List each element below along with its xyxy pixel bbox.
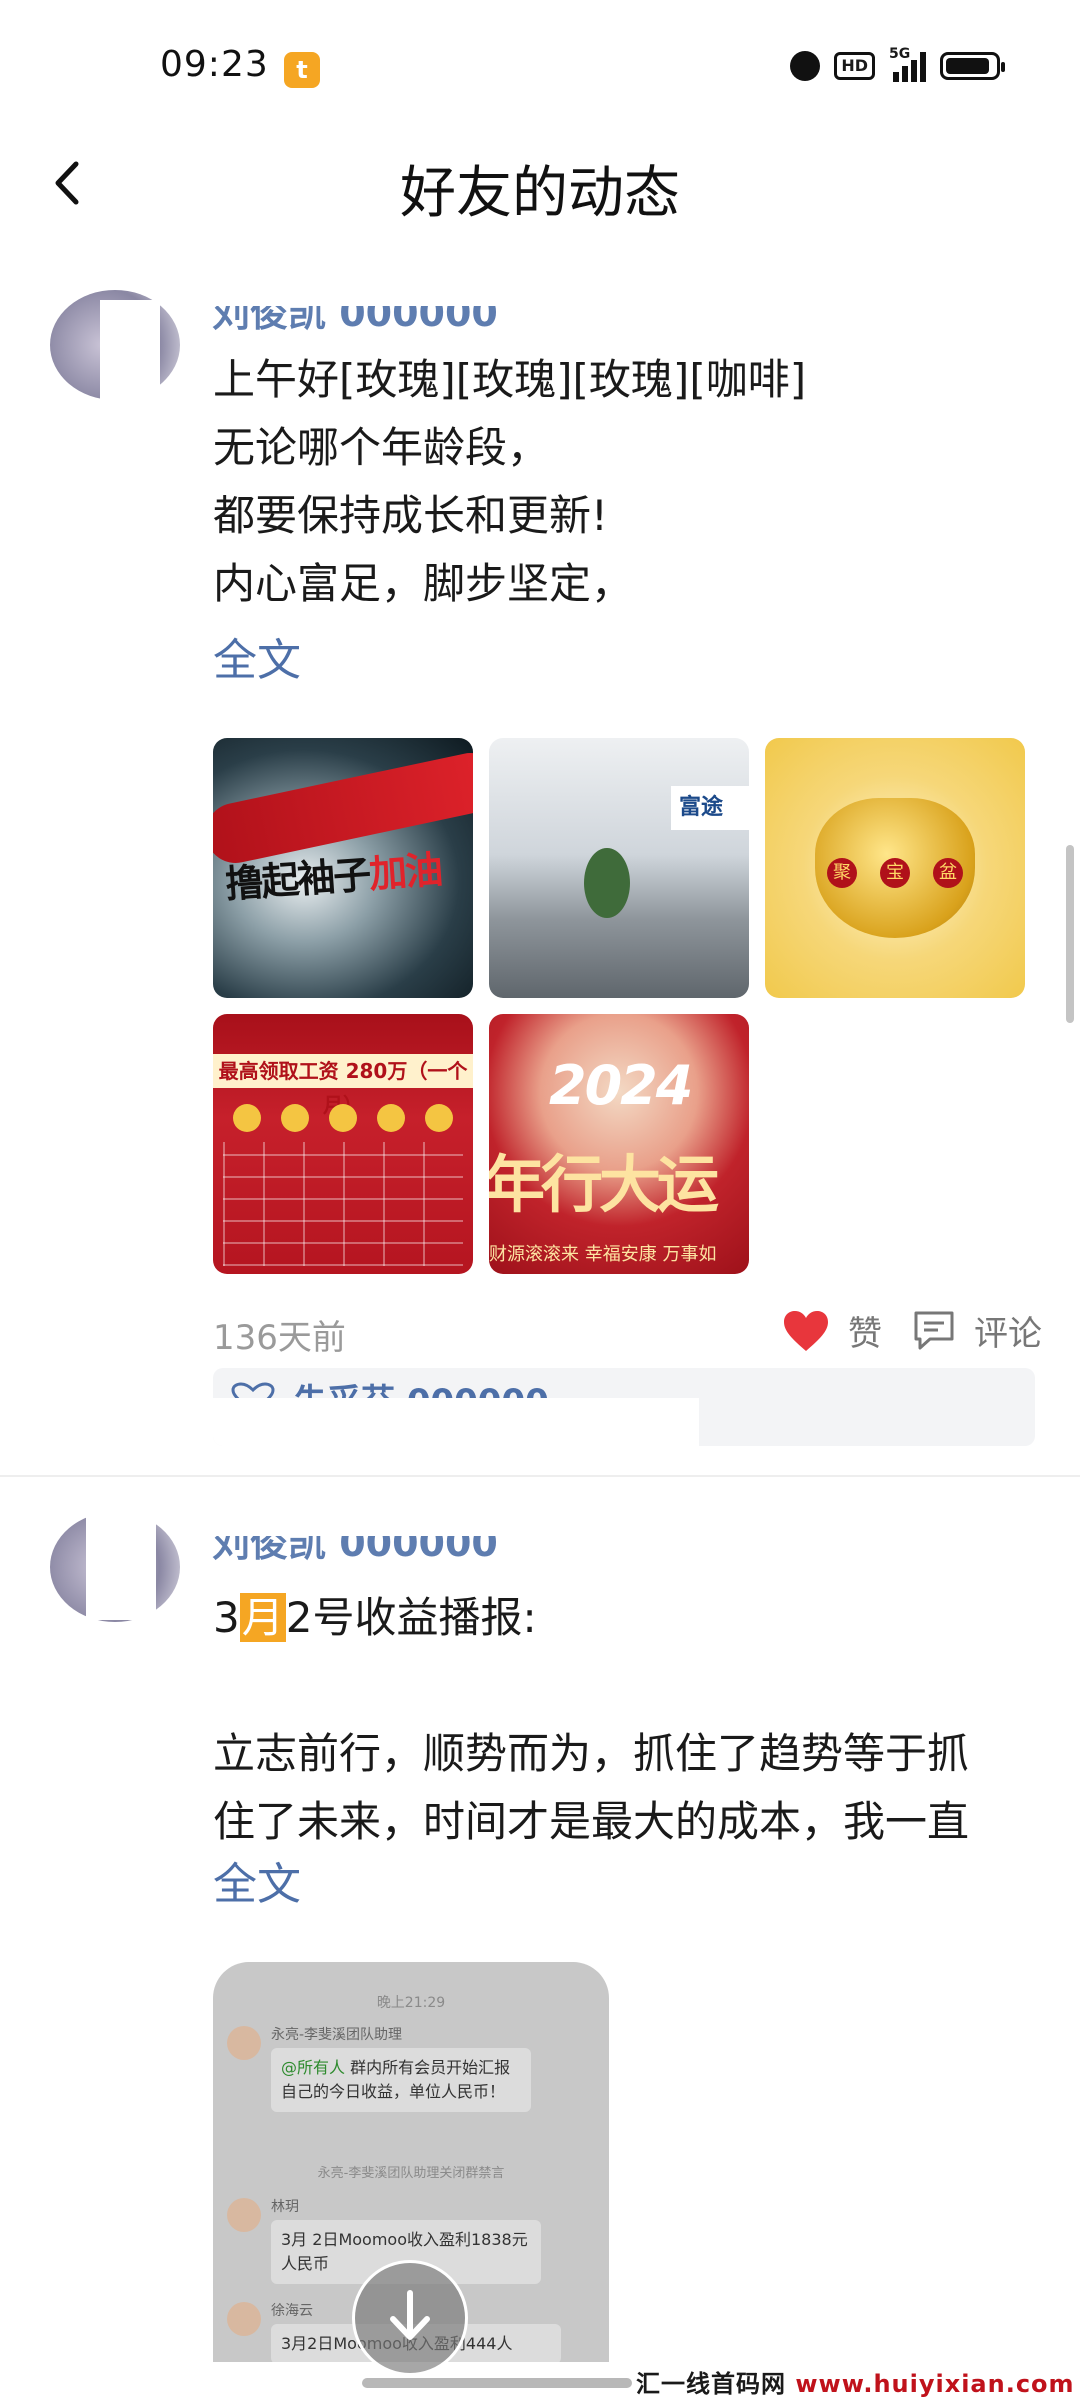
post-text-line: 立志前行，顺势而为，抓住了趋势等于抓 [213,1729,970,1778]
image-logo-text: 富途 [671,786,749,830]
chat-avatar [227,2198,261,2232]
pot-char: 聚 [827,858,857,888]
chat-sender: 林玥 [271,2199,299,2215]
full-text-link[interactable]: 全文 [213,1848,301,1912]
image-bottom-text: 财源滚滚来 幸福安康 万事如 [489,1244,717,1265]
chat-sender: 徐海云 [271,2303,313,2319]
status-time: 09:23 [160,44,269,85]
like-button[interactable]: 赞 [782,1306,882,1355]
image-caption: 撸起袖子 [223,852,371,907]
post-image[interactable]: 最高领取工资 280万（一个月） [213,1014,473,1274]
battery-level [946,58,989,74]
watermark-text: 汇一线首码网 www.huiyixian.com [636,2370,1075,2398]
chat-avatar [227,2302,261,2336]
chat-system-note: 永亮-李斐溪团队助理关闭群禁言 [317,2166,505,2181]
full-text-link[interactable]: 全文 [213,624,301,688]
status-icons: HD 5G [790,46,1005,82]
post-image[interactable]: 2024 年行大运 财源滚滚来 幸福安康 万事如 [489,1014,749,1274]
signal-icon: 5G [889,46,926,82]
likes-list: 朱采芬 000000 [213,1368,1035,1446]
chat-bubble: @所有人 群内所有会员开始汇报自己的今日收益，单位人民币！ [271,2048,531,2112]
month-emoji: 月 [239,1593,286,1642]
post-text-line: 上午好[玫瑰][玫瑰][玫瑰][咖啡] [213,355,807,404]
app-notification-icon: t [284,52,320,88]
battery-icon [940,52,1005,80]
chat-avatar [227,2026,261,2060]
post-text-line: 住了未来，时间才是最大的成本，我一直 [213,1797,970,1846]
alarm-icon [790,51,821,81]
post-text-line: 内心富足，脚步坚定， [213,559,634,608]
image-year: 2024 [549,1054,693,1117]
hd-icon: HD [834,52,875,80]
image-caption-red: 加油 [367,847,443,897]
post-text-line: 都要保持成长和更新! [213,491,608,540]
home-indicator[interactable] [362,2378,632,2388]
pot-char: 宝 [880,858,910,888]
pot-char: 盆 [933,858,963,888]
chat-time: 晚上21:29 [376,1995,446,2011]
chat-sender: 永亮-李斐溪团队助理 [271,2027,403,2043]
like-label: 赞 [848,1314,882,1354]
post-image[interactable]: 撸起袖子加油 [213,738,473,998]
comment-icon [914,1311,954,1349]
post-text: 上午好[玫瑰][玫瑰][玫瑰][咖啡] 无论哪个年龄段， 都要保持成长和更新! … [213,346,1033,618]
heart-icon [784,1310,828,1351]
post-author-name[interactable]: 刘俊凯 000000 [212,1536,498,1562]
post-text: 3月2号收益播报: 立志前行，顺势而为，抓住了趋势等于抓 住了未来，时间才是最大… [213,1584,1033,1856]
comment-label: 评论 [974,1314,1042,1354]
download-arrow-icon [390,2290,430,2340]
post-text-line: 无论哪个年龄段， [213,423,550,472]
network-type-label: 5G [889,46,911,62]
post-author-name[interactable]: 刘俊凯 000000 [212,306,498,332]
post-image[interactable]: 富途 [489,738,749,998]
scrollbar[interactable] [1066,845,1074,1023]
page-title: 好友的动态 [400,161,680,226]
post-image[interactable]: 聚 宝 盆 [765,738,1025,998]
post-divider [0,1475,1080,1477]
download-button[interactable] [352,2260,468,2376]
comment-button[interactable]: 评论 [912,1306,1042,1355]
post-time: 136天前 [213,1318,346,1358]
image-band-text: 最高领取工资 280万（一个月） [213,1054,473,1117]
image-slogan: 年行大运 [489,1148,719,1221]
post-text-line: 3月2号收益播报: [213,1593,537,1642]
